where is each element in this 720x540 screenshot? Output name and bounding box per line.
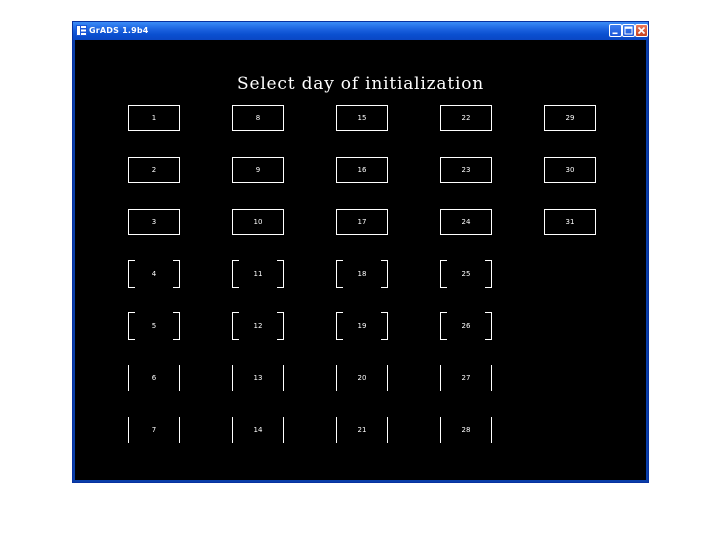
grads-canvas: Select day of initialization 1 2 3 4 5 6 7 8 9 10… [75, 40, 646, 480]
title-bar[interactable]: GrADS 1.9b4 [73, 22, 648, 40]
day-button-label: 30 [565, 166, 575, 174]
maximize-button[interactable] [622, 24, 635, 37]
day-button-label: 25 [461, 270, 471, 278]
day-button-label: 7 [151, 426, 157, 434]
day-button-16[interactable]: 16 [336, 157, 388, 183]
day-button-label: 22 [461, 114, 471, 122]
day-button-5[interactable]: 5 [128, 312, 180, 340]
grads-window: GrADS 1.9b4 Select day of initialization… [72, 21, 649, 483]
close-button[interactable] [635, 24, 648, 37]
day-button-label: 19 [357, 322, 367, 330]
day-button-1[interactable]: 1 [128, 105, 180, 131]
day-button-29[interactable]: 29 [544, 105, 596, 131]
day-button-label: 31 [565, 218, 575, 226]
day-button-label: 12 [253, 322, 263, 330]
day-button-13[interactable]: 13 [232, 365, 284, 391]
day-button-2[interactable]: 2 [128, 157, 180, 183]
day-button-11[interactable]: 11 [232, 260, 284, 288]
minimize-icon [612, 32, 618, 35]
day-button-9[interactable]: 9 [232, 157, 284, 183]
day-button-label: 10 [253, 218, 263, 226]
day-button-label: 20 [357, 374, 367, 382]
day-button-label: 2 [151, 166, 157, 174]
day-button-label: 11 [253, 270, 263, 278]
day-button-20[interactable]: 20 [336, 365, 388, 391]
day-button-label: 8 [255, 114, 261, 122]
close-icon [637, 26, 646, 35]
day-button-23[interactable]: 23 [440, 157, 492, 183]
day-button-22[interactable]: 22 [440, 105, 492, 131]
day-button-15[interactable]: 15 [336, 105, 388, 131]
day-button-label: 15 [357, 114, 367, 122]
day-button-label: 13 [253, 374, 263, 382]
day-button-7[interactable]: 7 [128, 417, 180, 443]
day-button-31[interactable]: 31 [544, 209, 596, 235]
day-button-label: 28 [461, 426, 471, 434]
day-button-10[interactable]: 10 [232, 209, 284, 235]
day-button-label: 14 [253, 426, 263, 434]
day-button-label: 1 [151, 114, 157, 122]
day-button-25[interactable]: 25 [440, 260, 492, 288]
day-button-6[interactable]: 6 [128, 365, 180, 391]
day-button-18[interactable]: 18 [336, 260, 388, 288]
day-button-17[interactable]: 17 [336, 209, 388, 235]
day-button-label: 16 [357, 166, 367, 174]
day-button-21[interactable]: 21 [336, 417, 388, 443]
day-button-24[interactable]: 24 [440, 209, 492, 235]
day-button-label: 5 [151, 322, 157, 330]
day-button-label: 21 [357, 426, 367, 434]
day-button-label: 9 [255, 166, 261, 174]
day-button-19[interactable]: 19 [336, 312, 388, 340]
day-button-label: 27 [461, 374, 471, 382]
day-button-26[interactable]: 26 [440, 312, 492, 340]
page-title: Select day of initialization [237, 74, 484, 94]
day-button-label: 4 [151, 270, 157, 278]
day-button-label: 29 [565, 114, 575, 122]
window-title: GrADS 1.9b4 [89, 26, 149, 35]
day-button-28[interactable]: 28 [440, 417, 492, 443]
day-button-30[interactable]: 30 [544, 157, 596, 183]
day-button-label: 6 [151, 374, 157, 382]
day-button-4[interactable]: 4 [128, 260, 180, 288]
day-button-label: 23 [461, 166, 471, 174]
day-button-12[interactable]: 12 [232, 312, 284, 340]
day-button-label: 26 [461, 322, 471, 330]
day-button-3[interactable]: 3 [128, 209, 180, 235]
day-button-label: 24 [461, 218, 471, 226]
day-button-label: 17 [357, 218, 367, 226]
maximize-icon [624, 26, 633, 35]
minimize-button[interactable] [609, 24, 622, 37]
grads-app-icon [76, 25, 87, 36]
day-button-label: 18 [357, 270, 367, 278]
day-button-14[interactable]: 14 [232, 417, 284, 443]
day-button-label: 3 [151, 218, 157, 226]
day-button-27[interactable]: 27 [440, 365, 492, 391]
day-button-8[interactable]: 8 [232, 105, 284, 131]
